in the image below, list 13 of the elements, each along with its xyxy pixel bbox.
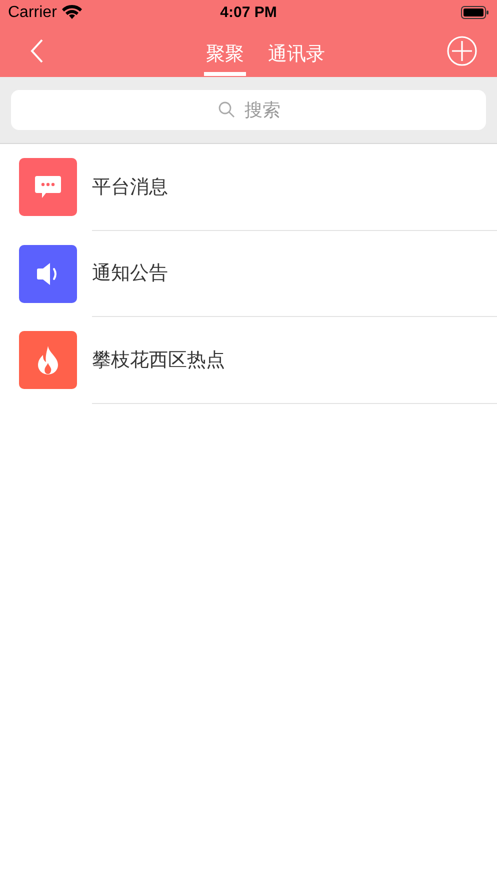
search-field[interactable]: 搜索 — [11, 90, 486, 130]
item-label: 攀枝花西区热点 — [92, 348, 225, 373]
item-label: 平台消息 — [92, 174, 168, 200]
item-label: 通知公告 — [92, 261, 168, 286]
carrier-text: Carrier — [8, 4, 57, 22]
back-icon[interactable] — [30, 39, 44, 63]
list-item[interactable]: 通知公告 — [0, 230, 497, 317]
wifi-icon — [62, 5, 82, 20]
list-item[interactable]: 平台消息 — [0, 144, 497, 230]
time-text: 4:07 PM — [219, 4, 278, 21]
battery-icon — [461, 6, 489, 19]
add-icon[interactable] — [447, 36, 477, 66]
list-item[interactable]: 攀枝花西区热点 — [0, 317, 497, 404]
